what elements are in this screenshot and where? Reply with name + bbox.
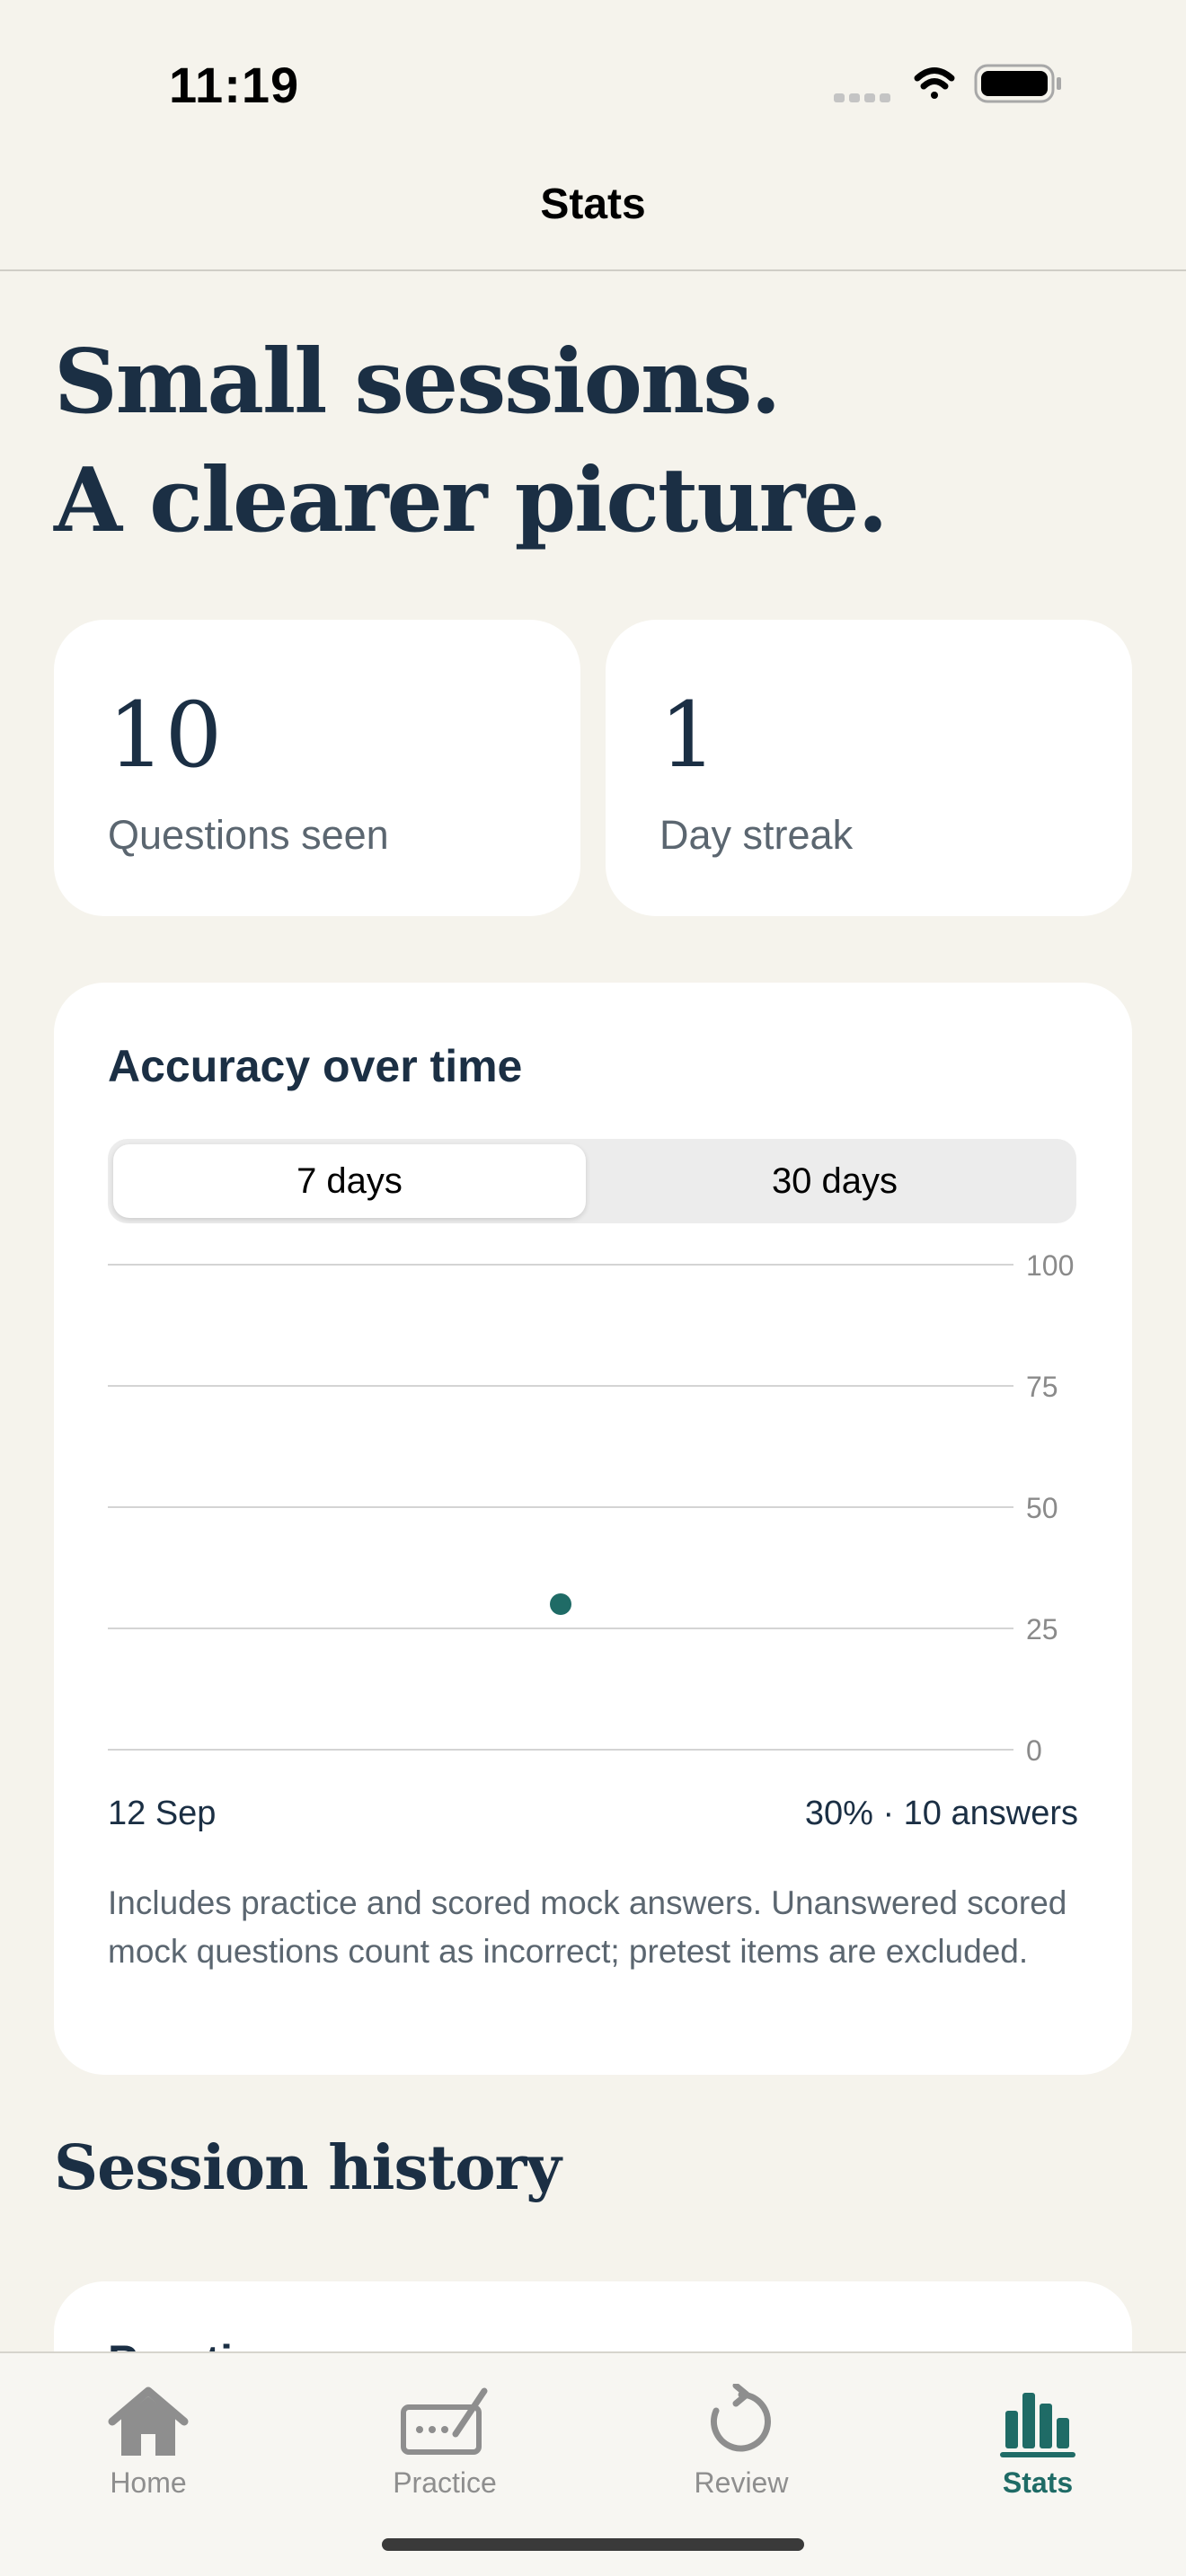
accuracy-summary: 30% · 10 answers [804,1795,1078,1832]
tab-home[interactable]: Home [0,2371,296,2515]
y-tick-label: 25 [1026,1613,1058,1645]
battery-icon [974,64,1061,103]
y-tick-label: 0 [1026,1734,1042,1767]
x-axis-label: 12 Sep [108,1795,217,1832]
stat-label: Questions seen [108,812,389,858]
stat-card-questions: 10 Questions seen [54,620,580,916]
nav-divider [0,269,1186,271]
practice-icon [401,2387,488,2455]
tab-stats[interactable]: Stats [890,2371,1186,2515]
tab-practice[interactable]: Practice [296,2371,593,2515]
stat-label: Day streak [659,812,854,858]
y-tick-label: 50 [1026,1492,1058,1524]
stat-value: 1 [659,683,717,788]
tab-label: Stats [1002,2466,1074,2499]
stat-card-streak: 1 Day streak [606,620,1132,916]
y-tick-label: 75 [1026,1371,1058,1403]
tab-label: Review [694,2466,789,2499]
stats-icon [1000,2393,1075,2457]
accuracy-chart: 100 75 50 25 0 [108,1249,1074,1767]
status-icons [834,63,1078,108]
stat-value: 10 [108,683,223,788]
wifi-icon [914,67,955,99]
signal-icon [834,93,890,102]
nav-title: Stats [540,181,646,228]
accuracy-note: Includes practice and scored mock answer… [108,1884,1067,1970]
status-time: 11:19 [169,57,300,113]
home-icon [108,2386,189,2456]
data-point [550,1593,571,1615]
home-indicator [382,2538,804,2551]
session-history-title: Session history [54,2132,562,2204]
hero-line-2: A clearer picture. [54,449,889,552]
tab-label: Home [110,2466,187,2499]
tab-review[interactable]: Review [593,2371,890,2515]
hero-heading: Small sessions. A clearer picture. [54,323,1132,560]
hero-line-1: Small sessions. [54,331,782,434]
tab-label: Practice [393,2466,497,2499]
status-bar: 11:19 [0,0,1186,153]
y-tick-label: 100 [1026,1249,1074,1282]
accuracy-card: Accuracy over time 7 days 30 days 100 75 5… [54,983,1132,2075]
review-icon [711,2384,771,2452]
